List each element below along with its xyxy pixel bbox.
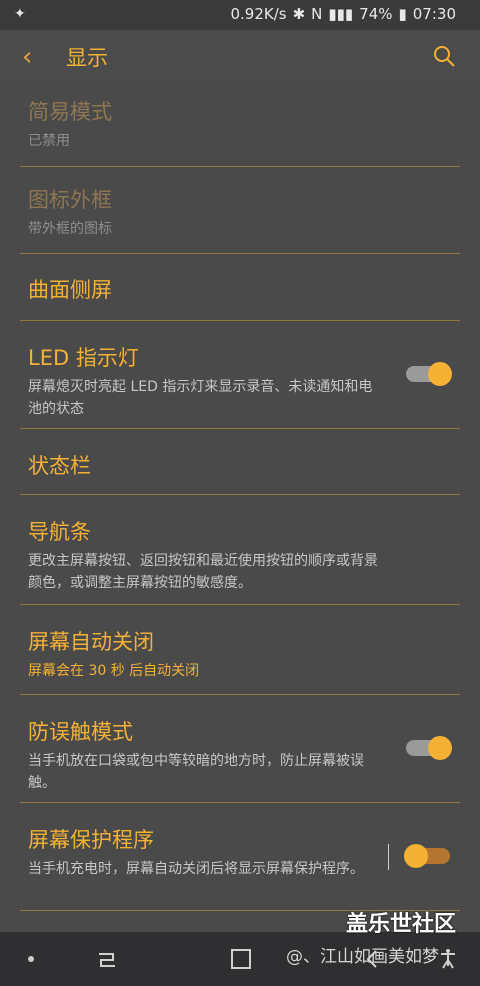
battery-icon: ▮ xyxy=(398,5,407,23)
notification-icon: ✦ xyxy=(14,6,26,22)
item-title: 曲面侧屏 xyxy=(28,278,112,302)
battery-percent: 74% xyxy=(359,5,393,23)
item-subtitle: 已禁用 xyxy=(28,133,70,149)
item-subtitle: 当手机放在口袋或包中等较暗的地方时，防止屏幕被误触。 xyxy=(28,753,364,791)
signal-icon: ▮▮▮ xyxy=(328,5,354,23)
divider xyxy=(20,253,460,254)
toggle-knob xyxy=(428,736,452,760)
list-item[interactable]: 简易模式 已禁用 xyxy=(28,96,460,152)
list-item[interactable]: LED 指示灯 屏幕熄灭时亮起 LED 指示灯来显示录音、未读通知和电池的状态 xyxy=(28,342,460,420)
list-item[interactable]: 导航条 更改主屏幕按钮、返回按钮和最近使用按钮的顺序或背景颜色，或调整主屏幕按钮… xyxy=(28,516,460,594)
recent-apps-button[interactable] xyxy=(95,950,119,970)
divider xyxy=(20,428,460,429)
home-button[interactable] xyxy=(230,948,252,970)
item-title: LED 指示灯 xyxy=(28,346,139,370)
divider xyxy=(20,166,460,167)
item-title: 屏幕保护程序 xyxy=(28,828,154,852)
divider xyxy=(20,802,460,803)
list-item[interactable]: 曲面侧屏 xyxy=(28,274,460,304)
watermark-subtitle: @、江山如画美如梦 xyxy=(286,947,439,967)
list-item[interactable]: 防误触模式 当手机放在口袋或包中等较暗的地方时，防止屏幕被误触。 xyxy=(28,716,460,794)
bluetooth-icon: ✱ xyxy=(292,5,306,23)
item-title: 简易模式 xyxy=(28,100,112,124)
item-title: 屏幕自动关闭 xyxy=(28,630,154,654)
settings-list: 简易模式 已禁用 图标外框 带外框的图标 曲面侧屏 LED 指示灯 屏幕熄灭时亮… xyxy=(0,84,480,932)
item-subtitle: 更改主屏幕按钮、返回按钮和最近使用按钮的顺序或背景颜色，或调整主屏幕按钮的敏感度… xyxy=(28,553,378,591)
item-subtitle: 屏幕熄灭时亮起 LED 指示灯来显示录音、未读通知和电池的状态 xyxy=(28,379,373,417)
nav-dot-icon xyxy=(28,956,34,962)
watermark-title: 盖乐世社区 xyxy=(346,912,457,937)
app-bar: ‹ 显示 xyxy=(0,30,480,84)
toggle-knob xyxy=(404,844,428,868)
screensaver-toggle[interactable] xyxy=(404,844,450,868)
list-item[interactable]: 屏幕自动关闭 屏幕会在 30 秒 后自动关闭 xyxy=(28,626,460,682)
divider xyxy=(20,494,460,495)
page-title: 显示 xyxy=(66,46,108,70)
chevron-left-icon: ‹ xyxy=(22,42,33,72)
status-right: 0.92K/s ✱ N ▮▮▮ 74% ▮ 07:30 xyxy=(230,5,456,23)
network-speed: 0.92K/s xyxy=(230,5,287,23)
status-bar: ✦ 0.92K/s ✱ N ▮▮▮ 74% ▮ 07:30 xyxy=(0,0,480,30)
anti-touch-toggle[interactable] xyxy=(406,736,452,760)
nfc-icon: N xyxy=(311,5,323,23)
item-title: 导航条 xyxy=(28,520,91,544)
led-toggle[interactable] xyxy=(406,362,452,386)
divider xyxy=(20,604,460,605)
item-title: 防误触模式 xyxy=(28,720,133,744)
accessibility-icon[interactable] xyxy=(436,946,460,970)
clock: 07:30 xyxy=(412,5,456,23)
item-subtitle: 带外框的图标 xyxy=(28,221,112,237)
item-title: 图标外框 xyxy=(28,188,112,212)
toggle-knob xyxy=(428,362,452,386)
list-item[interactable]: 状态栏 xyxy=(28,450,460,480)
divider xyxy=(20,320,460,321)
divider-vertical xyxy=(388,844,389,870)
list-item[interactable]: 图标外框 带外框的图标 xyxy=(28,184,460,240)
item-subtitle: 屏幕会在 30 秒 后自动关闭 xyxy=(28,663,200,679)
item-subtitle: 当手机充电时，屏幕自动关闭后将显示屏幕保护程序。 xyxy=(28,861,364,877)
search-button[interactable] xyxy=(432,44,456,68)
list-item[interactable]: 屏幕保护程序 当手机充电时，屏幕自动关闭后将显示屏幕保护程序。 xyxy=(28,824,460,880)
item-title: 状态栏 xyxy=(28,454,91,478)
back-button[interactable]: ‹ xyxy=(22,42,52,72)
divider xyxy=(20,694,460,695)
